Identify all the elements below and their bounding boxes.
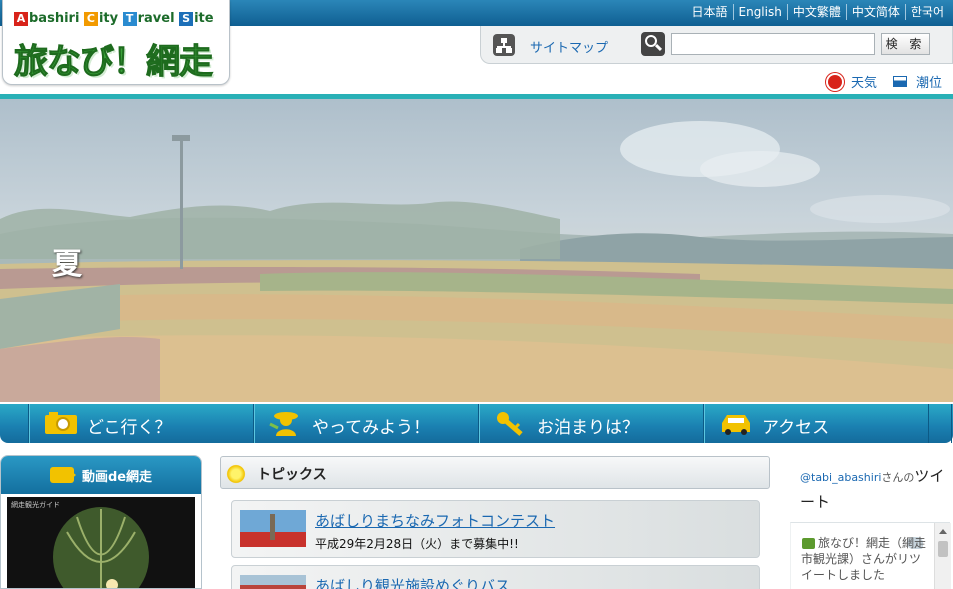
sun-icon <box>225 463 247 485</box>
nav-left-edge <box>0 404 29 443</box>
video-camera-icon <box>49 467 76 483</box>
car-icon <box>722 415 750 435</box>
weather-links: 天気 潮位 <box>828 72 942 91</box>
tide-link[interactable]: 潮位 <box>916 72 942 91</box>
twitter-handle[interactable]: @tabi_abashiri <box>800 471 881 484</box>
scroll-up-arrow-icon[interactable] <box>939 529 947 534</box>
topics-title: トピックス <box>257 467 327 483</box>
topic-link[interactable]: あばしり観光施設めぐりバス <box>315 575 510 589</box>
retweet-notice: 旅なび！網走（網走市観光課）さんがリツイートしました <box>801 536 927 582</box>
topic-description: 平成29年2月28日（火）まで募集中!! <box>315 537 519 551</box>
twitter-widget-header: @tabi_abashiriさんのツイート <box>800 464 950 514</box>
video-panel-title: 動画de網走 <box>81 469 153 485</box>
scroll-thumb[interactable] <box>938 541 948 557</box>
logo-letter-c: C <box>83 11 98 26</box>
topic-card[interactable]: あばしりまちなみフォトコンテスト 平成29年2月28日（火）まで募集中!! <box>231 500 760 558</box>
global-nav: どこ行く？ やってみよう！ お泊まりは？ アクセス <box>0 404 953 443</box>
twitter-handle-suffix: さんの <box>881 471 915 484</box>
lang-simplified-chinese[interactable]: 中文简体 <box>845 4 905 20</box>
nav-item-lets-try[interactable]: やってみよう！ <box>254 404 479 443</box>
nav-right-edge <box>929 404 952 443</box>
logo-letter-s: S <box>179 11 194 26</box>
sitemap-link[interactable]: サイトマップ <box>530 37 608 56</box>
hero-landscape-image <box>0 121 953 402</box>
nav-item-access[interactable]: アクセス <box>704 404 929 443</box>
sitemap-icon[interactable] <box>493 34 515 56</box>
logo-english-title: Abashiri City Travel Site <box>14 11 214 26</box>
nav-item-accommodation[interactable]: お泊まりは？ <box>479 404 704 443</box>
sun-icon <box>828 74 842 89</box>
key-icon <box>497 412 523 436</box>
tide-icon <box>893 76 908 87</box>
logo-letter-t: T <box>122 11 137 26</box>
camera-icon <box>45 412 77 434</box>
search-icon <box>641 32 665 56</box>
search-button[interactable]: 検 索 <box>881 33 930 55</box>
lang-english[interactable]: English <box>732 4 787 20</box>
logo-word-4: ite <box>194 11 214 26</box>
topic-thumbnail <box>240 575 306 589</box>
video-panel: 動画de網走 網走観光ガイド <box>0 455 202 589</box>
person-icon <box>269 412 298 436</box>
lang-korean[interactable]: 한국어 <box>904 4 949 20</box>
topic-thumbnail <box>240 510 306 547</box>
lang-traditional-chinese[interactable]: 中文繁體 <box>786 4 846 20</box>
twitter-timeline: 旅なび！網走（網走市観光課）さんがリツイートしました <box>790 522 951 589</box>
nav-label-lets-try: やってみよう！ <box>312 418 431 438</box>
topic-card[interactable]: あばしり観光施設めぐりバス <box>231 565 760 589</box>
season-label: 夏 <box>52 247 82 282</box>
topics-header: トピックス <box>220 456 770 489</box>
hero-banner: 夏 <box>0 99 953 402</box>
logo-word-1: bashiri <box>29 11 80 26</box>
balloon-video-thumbnail <box>53 507 149 588</box>
site-logo[interactable]: Abashiri City Travel Site 旅なび！網走 <box>2 0 230 85</box>
header-tools: サイトマップ 検 索 <box>480 26 953 64</box>
logo-word-2: ity <box>98 11 119 26</box>
video-panel-header: 動画de網走 <box>1 456 201 494</box>
nav-label-access: アクセス <box>762 418 830 438</box>
search-input[interactable] <box>671 33 875 55</box>
logo-japanese-title: 旅なび！網走 <box>14 42 214 83</box>
page: 日本語 English 中文繁體 中文简体 한국어 Abashiri City … <box>0 0 953 589</box>
weather-link[interactable]: 天気 <box>851 72 877 91</box>
nav-label-accommodation: お泊まりは？ <box>537 418 639 438</box>
timeline-scrollbar[interactable] <box>934 523 951 589</box>
logo-letter-a: A <box>14 11 28 26</box>
nav-label-where-to-go: どこ行く？ <box>87 418 172 438</box>
logo-word-3: ravel <box>137 11 175 26</box>
topic-link[interactable]: あばしりまちなみフォトコンテスト <box>315 510 555 531</box>
video-caption: 網走観光ガイド <box>11 501 60 509</box>
lang-japanese[interactable]: 日本語 <box>686 4 732 20</box>
video-player[interactable]: 網走観光ガイド <box>7 497 195 588</box>
nav-item-where-to-go[interactable]: どこ行く？ <box>29 404 254 443</box>
language-switcher: 日本語 English 中文繁體 中文简体 한국어 <box>686 4 949 20</box>
